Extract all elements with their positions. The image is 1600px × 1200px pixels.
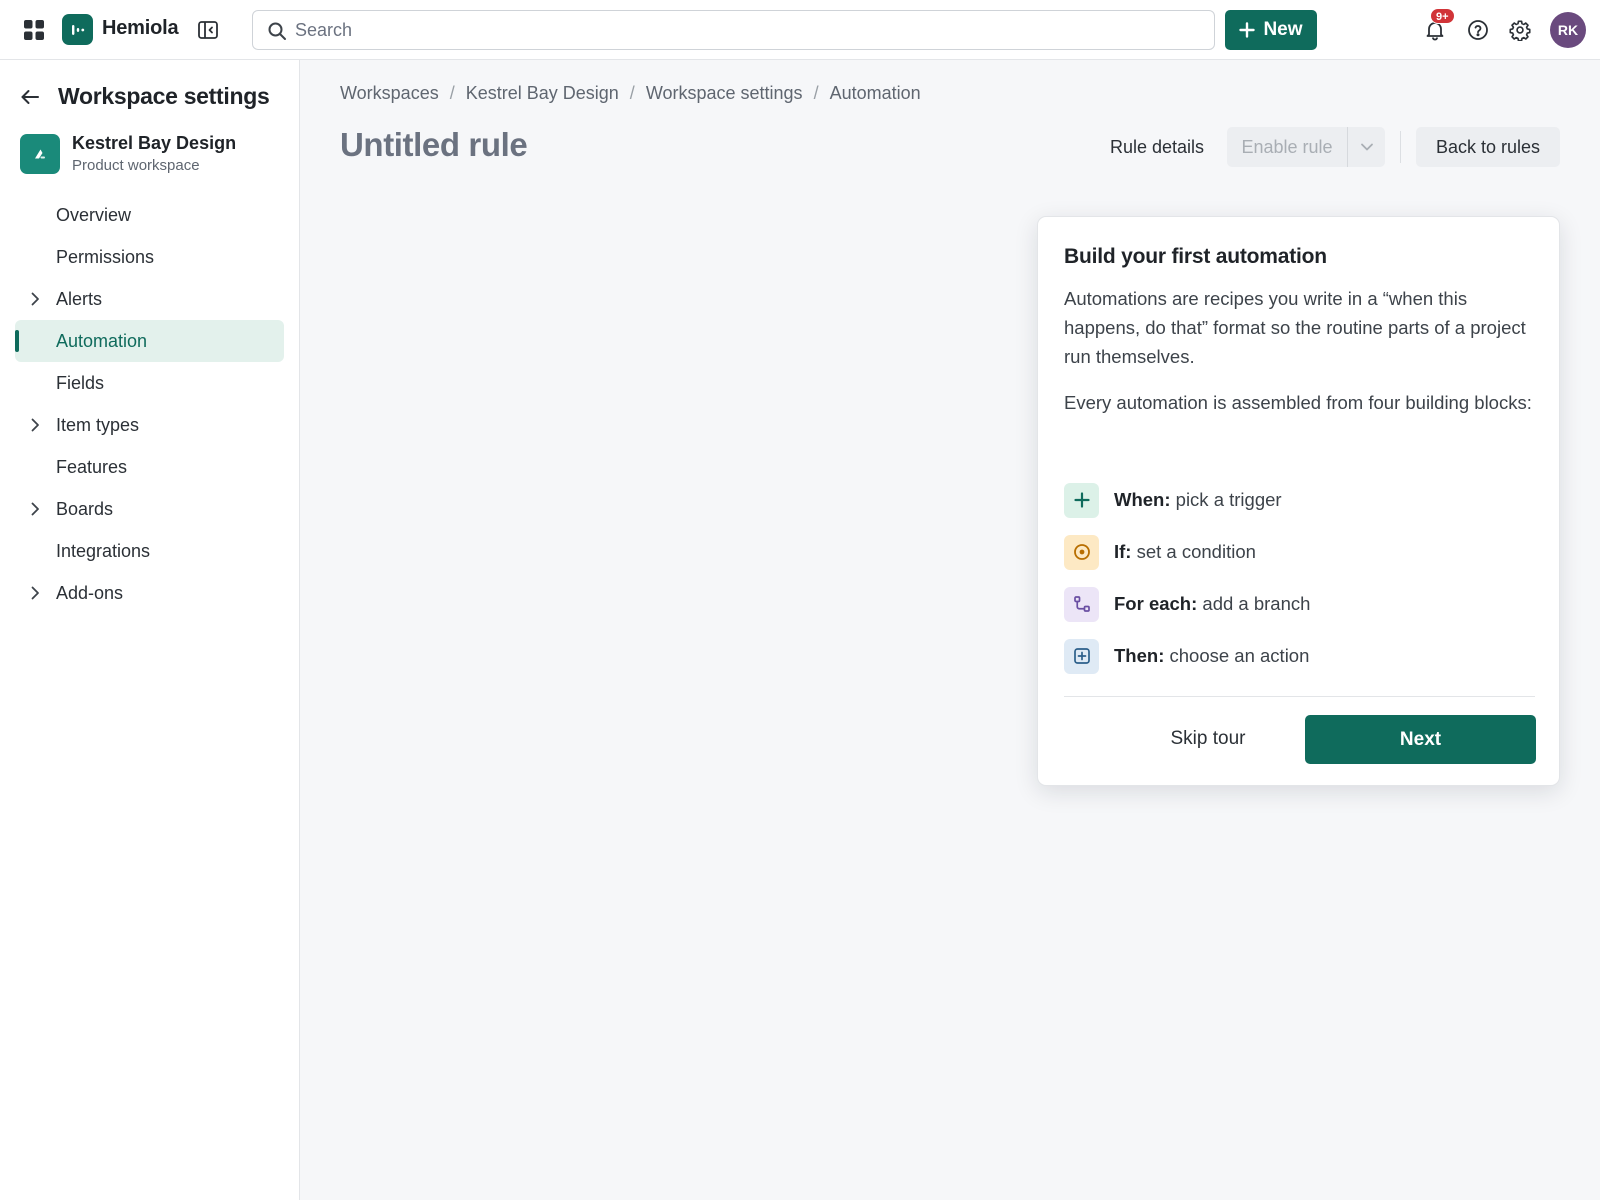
app-switcher-icon[interactable] <box>22 18 46 42</box>
sidebar-item-label: Alerts <box>56 288 103 309</box>
enable-rule-dropdown[interactable] <box>1347 127 1385 167</box>
divider <box>1064 696 1535 697</box>
sidebar-item-label: Fields <box>56 372 105 393</box>
breadcrumb: Workspaces / Kestrel Bay Design / Worksp… <box>340 83 921 104</box>
step-text: Then: choose an action <box>1114 645 1309 667</box>
toolbar-divider <box>1400 131 1401 163</box>
sidebar-item-label: Automation <box>56 330 148 351</box>
sidebar-item-integrations[interactable]: Integrations <box>15 530 284 572</box>
sidebar-item-overview[interactable]: Overview <box>15 194 284 236</box>
tour-description: Every automation is assembled from four … <box>1064 392 1532 413</box>
breadcrumb-workspace-settings[interactable]: Workspace settings <box>646 83 803 104</box>
sidebar-item-boards[interactable]: Boards <box>15 488 284 530</box>
plus-icon <box>1064 482 1099 518</box>
onboarding-tour-card: Build your first automation Automations … <box>1037 216 1560 786</box>
search-input[interactable] <box>295 11 1195 49</box>
settings-gear-icon[interactable] <box>1507 17 1533 43</box>
step-description: set a condition <box>1136 541 1256 562</box>
back-to-rules-button[interactable]: Back to rules <box>1416 127 1560 167</box>
breadcrumb-separator: / <box>629 83 635 103</box>
breadcrumb-workspaces[interactable]: Workspaces <box>340 83 439 104</box>
step-description: pick a trigger <box>1175 489 1282 510</box>
tour-description: Automations are recipes you write in a “… <box>1064 288 1526 367</box>
list-item: For each: add a branch <box>1064 578 1540 630</box>
chevron-right-icon[interactable] <box>27 291 43 307</box>
chevron-right-icon[interactable] <box>27 417 43 433</box>
step-label: Then: <box>1114 645 1165 666</box>
branch-icon <box>1064 586 1099 622</box>
top-bar: Hemiola New 9+ <box>0 0 1600 60</box>
chevron-right-icon[interactable] <box>27 501 43 517</box>
skip-tour-button[interactable]: Skip tour <box>1138 715 1278 763</box>
sidebar-toggle-icon[interactable] <box>196 18 220 42</box>
step-label: If: <box>1114 541 1132 562</box>
action-icon <box>1064 638 1099 674</box>
target-icon <box>1064 534 1099 570</box>
search-box[interactable] <box>252 10 1215 50</box>
settings-nav: Overview Permissions Alerts Automation F… <box>15 194 284 614</box>
sidebar-item-permissions[interactable]: Permissions <box>15 236 284 278</box>
sidebar-title: Workspace settings <box>58 83 270 109</box>
sidebar-item-label: Boards <box>56 498 114 519</box>
workspace-name: Kestrel Bay Design <box>72 133 237 153</box>
step-description: choose an action <box>1169 645 1310 666</box>
app-name[interactable]: Hemiola <box>102 17 179 40</box>
notification-badge: 9+ <box>1430 8 1455 24</box>
sidebar-item-fields[interactable]: Fields <box>15 362 284 404</box>
sidebar-item-automation[interactable]: Automation <box>15 320 284 362</box>
step-label: For each: <box>1114 593 1198 614</box>
step-text: If: set a condition <box>1114 541 1256 563</box>
step-text: For each: add a branch <box>1114 593 1310 615</box>
rule-details-button[interactable]: Rule details <box>1100 127 1214 167</box>
building-blocks-list: When: pick a trigger If: set a condition… <box>1064 474 1540 682</box>
sidebar-item-item-types[interactable]: Item types <box>15 404 284 446</box>
sidebar-item-label: Features <box>56 456 128 477</box>
list-item: When: pick a trigger <box>1064 474 1540 526</box>
sidebar-item-label: Item types <box>56 414 140 435</box>
sidebar-item-label: Overview <box>56 204 132 225</box>
workspace-type: Product workspace <box>72 157 200 174</box>
back-arrow-icon[interactable] <box>18 85 42 109</box>
step-label: When: <box>1114 489 1171 510</box>
enable-rule-split-button: Enable rule <box>1227 127 1385 167</box>
enable-rule-button[interactable]: Enable rule <box>1227 127 1347 167</box>
sidebar-item-label: Integrations <box>56 540 151 561</box>
help-icon[interactable] <box>1465 17 1491 43</box>
step-text: When: pick a trigger <box>1114 489 1282 511</box>
sidebar-item-add-ons[interactable]: Add-ons <box>15 572 284 614</box>
search-icon <box>268 22 286 40</box>
sidebar-item-features[interactable]: Features <box>15 446 284 488</box>
workspace-logo-icon <box>20 134 60 174</box>
list-item: If: set a condition <box>1064 526 1540 578</box>
new-button[interactable]: New <box>1225 10 1317 50</box>
breadcrumb-automation[interactable]: Automation <box>830 83 921 104</box>
breadcrumb-separator: / <box>813 83 819 103</box>
app-logo-icon[interactable] <box>62 14 93 45</box>
breadcrumb-workspace[interactable]: Kestrel Bay Design <box>466 83 619 104</box>
sidebar-item-label: Permissions <box>56 246 155 267</box>
plus-icon <box>1239 22 1256 38</box>
chevron-right-icon[interactable] <box>27 585 43 601</box>
settings-sidebar: Workspace settings Kestrel Bay Design Pr… <box>0 60 300 1200</box>
next-button[interactable]: Next <box>1305 715 1536 764</box>
page-title[interactable]: Untitled rule <box>340 126 528 164</box>
list-item: Then: choose an action <box>1064 630 1540 682</box>
breadcrumb-separator: / <box>449 83 455 103</box>
sidebar-item-label: Add-ons <box>56 582 124 603</box>
sidebar-item-alerts[interactable]: Alerts <box>15 278 284 320</box>
user-avatar[interactable]: RK <box>1550 12 1586 48</box>
chevron-down-icon <box>1360 143 1373 151</box>
step-description: add a branch <box>1202 593 1311 614</box>
tour-title: Build your first automation <box>1064 245 1327 268</box>
new-button-label: New <box>1263 19 1303 40</box>
